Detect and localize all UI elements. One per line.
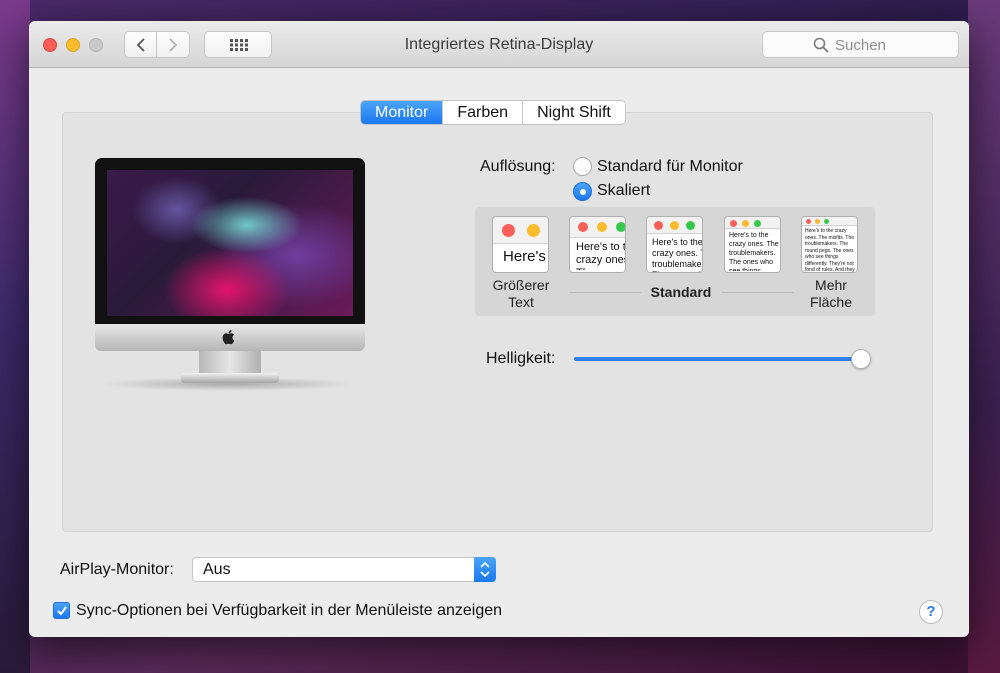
desktop-wallpaper-right [968,0,1000,673]
airplay-popup-value: Aus [203,561,231,578]
resolution-option-2[interactable]: Here's to the crazy ones. The troublemak… [569,216,626,273]
search-icon [813,37,829,53]
imac-display-wallpaper [107,170,353,316]
more-space-caption-line2: Fläche [809,294,853,310]
brightness-slider-track[interactable] [574,357,869,361]
imac-illustration [95,158,365,324]
tab-night-shift[interactable]: Night Shift [522,101,625,124]
radio-scaled[interactable] [573,182,592,201]
imac-chin [95,324,365,351]
brightness-label: Helligkeit: [486,350,556,367]
scale-divider-right [722,292,794,293]
help-button[interactable]: ? [919,600,943,624]
larger-text-caption-line1: Größerer [492,277,550,293]
tab-monitor[interactable]: Monitor [361,101,443,124]
thumbnail-text: Here's [503,248,546,265]
resolution-option-4[interactable]: Here's to the crazy ones. The troublemak… [724,216,781,273]
imac-base [181,373,279,383]
airplay-popup[interactable]: Aus [192,557,496,582]
desktop-wallpaper-left [0,0,30,673]
title-bar: Integriertes Retina-Display Suchen [29,21,969,68]
thumbnail-text: Here's to the crazy ones. The troublemak… [576,241,626,270]
thumbnail-text: Here's to the crazy ones. The misfits. T… [805,228,855,272]
larger-text-caption: Größerer Text [481,277,561,311]
tab-bar: Monitor Farben Night Shift [360,100,626,125]
search-placeholder: Suchen [835,37,886,54]
radio-standard-label[interactable]: Standard für Monitor [597,158,743,176]
thumbnail-text: Here's to the crazy ones. The troublemak… [652,237,703,272]
more-space-caption-line1: Mehr [815,277,847,293]
radio-scaled-label[interactable]: Skaliert [597,182,650,200]
airplay-label: AirPlay-Monitor: [60,561,174,578]
resolution-option-larger-text[interactable]: Here's [492,216,549,273]
sync-options-checkbox[interactable] [53,602,70,619]
resolution-option-more-space[interactable]: Here's to the crazy ones. The misfits. T… [801,216,858,273]
scale-divider-left [569,292,641,293]
larger-text-caption-line2: Text [508,294,534,310]
thumbnail-text: Here's to the crazy ones. The troublemak… [729,232,779,271]
search-field[interactable]: Suchen [762,31,959,58]
resolution-label: Auflösung: [480,158,556,175]
radio-standard-for-monitor[interactable] [573,157,592,176]
brightness-slider-knob[interactable] [851,349,871,369]
standard-caption: Standard [650,284,712,300]
preferences-window: Integriertes Retina-Display Suchen Monit… [29,21,969,637]
tab-farben[interactable]: Farben [442,101,523,124]
apple-logo-icon [222,330,235,345]
popup-arrows-icon [474,557,496,582]
more-space-caption: Mehr Fläche [791,277,871,311]
checkmark-icon [57,606,67,616]
resolution-option-standard[interactable]: Here's to the crazy ones. The troublemak… [646,216,703,273]
sync-options-label[interactable]: Sync-Optionen bei Verfügbarkeit in der M… [76,602,502,620]
